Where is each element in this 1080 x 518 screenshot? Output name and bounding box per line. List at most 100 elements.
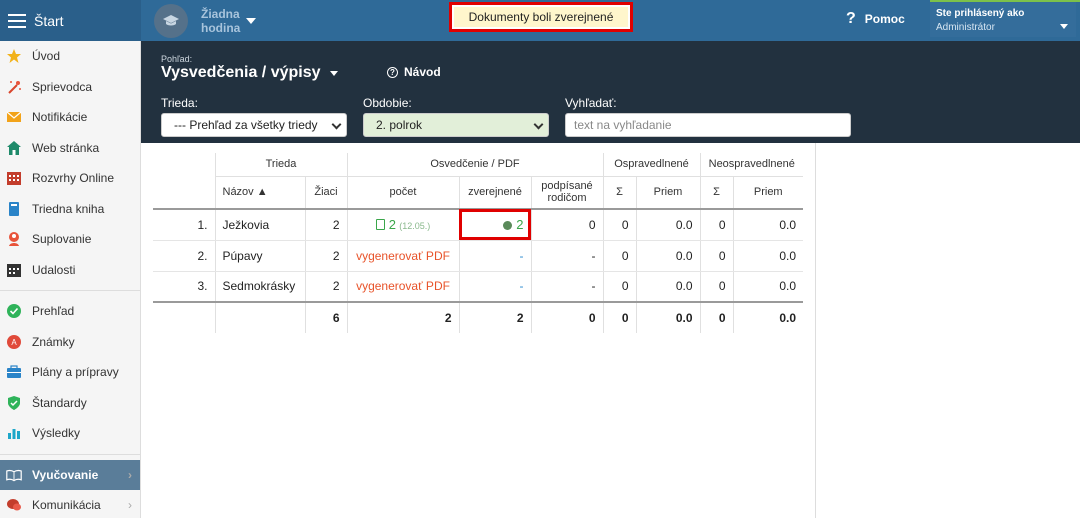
guide-label: Návod — [404, 65, 441, 79]
question-mark-icon: ? — [846, 10, 856, 27]
sidebar-item-prehlad[interactable]: Prehľad — [0, 296, 140, 327]
header-excused-sum[interactable]: Σ — [602, 176, 636, 210]
sidebar-item-udalosti[interactable]: Udalosti — [0, 255, 140, 286]
header-count[interactable]: počet — [346, 176, 459, 210]
toast-message: Dokumenty boli zverejnené — [454, 7, 628, 27]
signed-count: - — [530, 240, 603, 272]
header-name[interactable]: Názov ▲ — [214, 176, 305, 210]
header-students[interactable]: Žiaci — [304, 176, 347, 210]
search-label: Vyhľadať: — [565, 96, 617, 110]
search-input[interactable] — [565, 113, 851, 137]
sidebar-item-web-stranka[interactable]: Web stránka — [0, 133, 140, 164]
check-circle-icon — [6, 303, 22, 319]
sidebar-item-standardy[interactable]: Štandardy — [0, 388, 140, 419]
sidebar-item-triedna-kniha[interactable]: Triedna kniha — [0, 194, 140, 225]
certificates-table: Trieda Osvedčenie / PDF Ospravedlnené Ne… — [153, 153, 803, 333]
user-role: Administrátor — [936, 22, 995, 33]
students-count: 2 — [304, 271, 347, 303]
help-label: Pomoc — [864, 12, 905, 26]
pdf-count: 2 — [388, 217, 396, 233]
book-icon — [6, 201, 22, 217]
calendar-grid-icon — [6, 170, 22, 186]
class-name[interactable]: Sedmokrásky — [214, 271, 305, 303]
students-count: 2 — [304, 209, 347, 241]
header-number — [153, 176, 215, 210]
sidebar-item-plany-a-pripravy[interactable]: Plány a prípravy — [0, 357, 140, 388]
header-unexcused-avg[interactable]: Priem — [732, 176, 803, 210]
caret-down-icon[interactable] — [330, 71, 338, 76]
notification-toast: Dokumenty boli zverejnené — [449, 2, 633, 32]
question-circle-icon: ? — [387, 66, 398, 78]
published-count[interactable]: - — [458, 240, 531, 272]
briefcase-icon — [6, 364, 22, 380]
generate-pdf-link[interactable]: vygenerovať PDF — [346, 240, 459, 272]
class-name[interactable]: Ježkovia — [214, 209, 305, 241]
table-row: 1. Ježkovia 2 2 (12.05.) 2 0 0 0.0 0 0.0 — [153, 209, 803, 241]
sidebar-item-uvod[interactable]: Úvod — [0, 41, 140, 72]
header-spacer — [153, 153, 215, 176]
unexcused-avg: 0.0 — [732, 240, 803, 272]
sidebar-item-komunikacia[interactable]: Komunikácia › — [0, 490, 140, 518]
user-status: Ste prihlásený ako — [936, 8, 1025, 19]
hamburger-icon — [8, 13, 26, 28]
unexcused-sum: 0 — [699, 240, 733, 272]
sidebar-item-label: Notifikácie — [32, 110, 88, 125]
group-header-unexcused: Neospravedlnené — [699, 153, 803, 177]
school-name: Žiadna hodina — [201, 7, 240, 35]
sidebar-divider — [0, 453, 140, 455]
sidebar-item-sprievodca[interactable]: Sprievodca — [0, 72, 140, 103]
pdf-count-cell[interactable]: 2 (12.05.) — [346, 209, 459, 241]
chevron-down-icon — [533, 119, 544, 130]
class-name[interactable]: Púpavy — [214, 240, 305, 272]
sidebar-item-vysledky[interactable]: Výsledky — [0, 418, 140, 449]
excused-sum: 0 — [602, 271, 636, 303]
sidebar-item-vyucovanie[interactable]: Vyučovanie › — [0, 459, 140, 490]
school-selector[interactable]: Žiadna hodina — [154, 4, 257, 38]
page-title[interactable]: Vysvedčenia / výpisy — [161, 64, 321, 82]
published-cell[interactable]: 2 — [458, 209, 531, 241]
header-unexcused-sum[interactable]: Σ — [699, 176, 733, 210]
right-empty-area — [816, 143, 1080, 518]
guide-link[interactable]: ? Návod — [387, 65, 441, 79]
sidebar-item-label: Úvod — [32, 49, 61, 64]
signed-count: - — [530, 271, 603, 303]
total-published: 2 — [458, 302, 531, 333]
star-icon — [6, 48, 22, 64]
group-header-class: Trieda — [214, 153, 347, 177]
main-content: Trieda Osvedčenie / PDF Ospravedlnené Ne… — [141, 143, 816, 518]
header-excused-avg[interactable]: Priem — [635, 176, 700, 210]
sidebar: Úvod Sprievodca Notifikácie Web stránka … — [0, 41, 141, 518]
help-button[interactable]: ? Pomoc — [846, 10, 905, 28]
published-count[interactable]: - — [458, 271, 531, 303]
sidebar-item-notifikacie[interactable]: Notifikácie — [0, 102, 140, 133]
header-signed-line1: podpísané — [541, 180, 593, 193]
calendar-icon — [6, 262, 22, 278]
table-row: 3. Sedmokrásky 2 vygenerovať PDF - - 0 0… — [153, 271, 803, 303]
header-signed[interactable]: podpísané rodičom — [530, 176, 603, 210]
sidebar-item-suplovanie[interactable]: Suplovanie — [0, 224, 140, 255]
sidebar-item-label: Rozvrhy Online — [32, 171, 115, 186]
sidebar-item-label: Sprievodca — [32, 79, 93, 94]
start-menu-button[interactable]: Štart — [0, 0, 141, 41]
sidebar-item-label: Komunikácia — [32, 498, 101, 513]
grade-icon: A — [6, 334, 22, 350]
period-select[interactable]: 2. polrok — [363, 113, 549, 137]
globe-icon — [503, 221, 513, 231]
sidebar-item-label: Vyučovanie — [32, 467, 99, 482]
envelope-icon — [6, 109, 22, 125]
class-select[interactable]: --- Prehľad za všetky triedy — [161, 113, 347, 137]
generate-pdf-link[interactable]: vygenerovať PDF — [346, 271, 459, 303]
header-published[interactable]: zverejnené — [458, 176, 531, 210]
sidebar-item-label: Udalosti — [32, 262, 76, 277]
shield-check-icon — [6, 395, 22, 411]
class-select-value: --- Prehľad za všetky triedy — [174, 118, 318, 132]
sidebar-item-znamky[interactable]: A Známky — [0, 327, 140, 358]
user-menu[interactable]: Ste prihlásený ako Administrátor — [930, 2, 1076, 37]
svg-text:A: A — [11, 338, 17, 347]
signed-count: 0 — [530, 209, 603, 241]
period-label: Obdobie: — [363, 96, 412, 110]
total-unexcused-sum: 0 — [699, 302, 733, 333]
totals-row: 6 2 2 0 0 0.0 0 0.0 — [153, 302, 803, 333]
unexcused-avg: 0.0 — [732, 209, 803, 241]
sidebar-item-rozvrhy-online[interactable]: Rozvrhy Online — [0, 163, 140, 194]
